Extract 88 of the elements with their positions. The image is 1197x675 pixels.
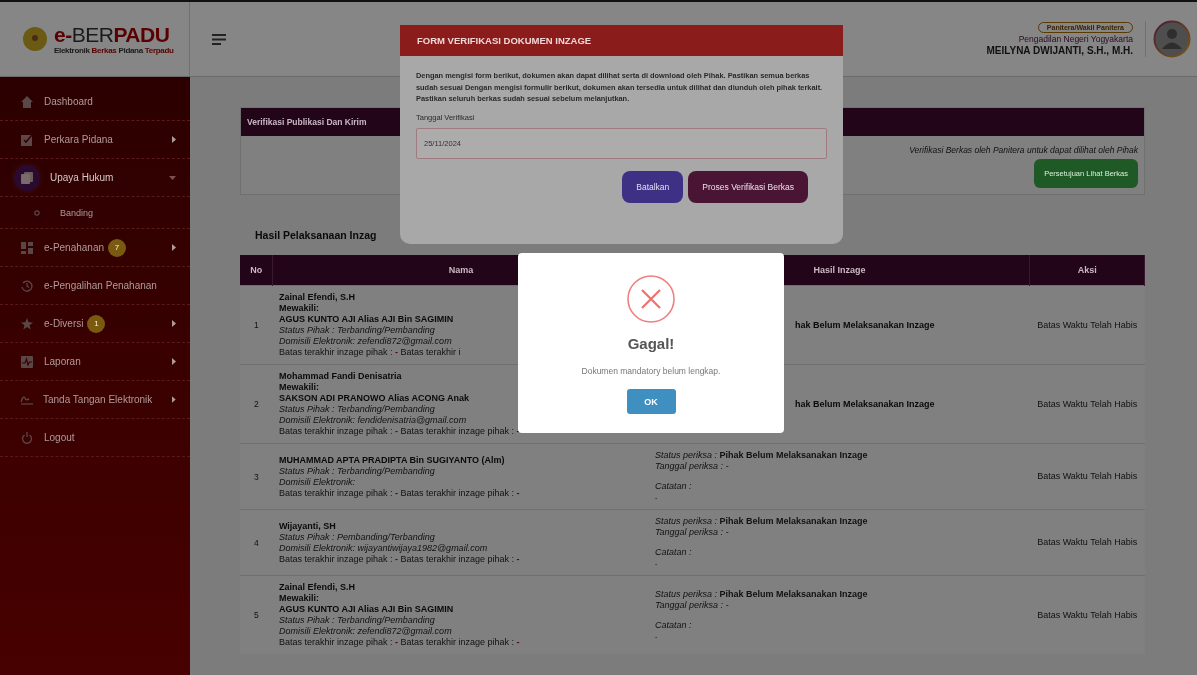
deadline-text: Batas terakhir inzage pihak : - Batas terakhir inzage pihak : - — [278, 487, 520, 499]
party-name: MUHAMMAD APTA PRADIPTA Bin SUGIYANTO (Alm) — [278, 454, 505, 466]
deadline-text: Batas terakhir inzage pihak : - Batas terakhir i — [278, 347, 461, 358]
row-number: 5 — [240, 575, 273, 654]
row-number: 4 — [240, 509, 273, 576]
document-icon — [21, 171, 33, 184]
app-logo-subtitle: Elektronik Berkas Pidana Terpadu — [54, 45, 174, 55]
sidebar-item[interactable]: e-Pengalihan Penahanan — [0, 267, 190, 305]
action-status: Batas Waktu Telah Habis — [1029, 575, 1145, 654]
sidebar-item[interactable]: Laporan — [0, 343, 190, 381]
card-note: Verifikasi Berkas oleh Panitera untuk dapat dilihat oleh Pihak — [909, 145, 1138, 155]
deadline-text: Batas terakhir inzage pihak : - Batas terakhir inzage pihak : - — [278, 426, 520, 437]
deadline-text: Batas terakhir inzage pihak : - Batas terakhir inzage pihak : - — [278, 637, 520, 648]
result-status: Status periksa : Pihak Belum Melaksanakan Inzage — [654, 516, 868, 527]
party-detail: Status Pihak : Terbanding/Pembanding — [278, 325, 435, 336]
action-status: Batas Waktu Telah Habis — [1029, 285, 1145, 365]
action-status: Batas Waktu Telah Habis — [1029, 509, 1145, 576]
card-title: Verifikasi Publikasi Dan Kirim — [247, 117, 367, 127]
sidebar-item[interactable]: e-Diversi 1 — [0, 305, 190, 343]
history-icon — [21, 279, 33, 292]
signature-icon — [20, 394, 33, 405]
party-detail: Domisili Elektronik: zefendi872@gmail.com — [278, 336, 452, 347]
result-date: Tanggal periksa : - — [654, 527, 729, 538]
result-note-label: Catatan : — [654, 547, 692, 558]
party-detail: Status Pihak : Pembanding/Terbanding — [278, 531, 435, 543]
party-name: Mohammad Fandi Denisatria — [278, 371, 402, 382]
sidebar-item[interactable]: Tanda Tangan Elektronik — [0, 381, 190, 419]
action-status: Batas Waktu Telah Habis — [1029, 364, 1145, 444]
sidebar-item[interactable]: Perkara Pidana — [0, 121, 190, 159]
deadline-text: Batas terakhir inzage pihak : - Batas terakhir inzage pihak : - — [278, 553, 520, 565]
column-header: Aksi — [1029, 255, 1145, 286]
home-icon — [21, 95, 33, 108]
party-detail: Domisili Elektronik: — [278, 476, 355, 488]
party-name: Zainal Efendi, S.H — [278, 582, 355, 593]
party-detail: Status Pihak : Terbanding/Pembanding — [278, 465, 435, 477]
circle-icon — [34, 209, 40, 216]
sidebar-item[interactable]: Upaya Hukum — [0, 159, 190, 197]
result-note-label: Catatan : — [654, 481, 692, 492]
row-number: 1 — [240, 285, 273, 365]
court-name: Pengadilan Negeri Yogyakarta — [1018, 34, 1133, 44]
section-title: Hasil Pelaksanaan Inzag — [255, 229, 378, 241]
dashboard-grid-icon — [21, 241, 33, 254]
result-status: Status periksa : Pihak Belum Melaksanakan Inzage — [654, 450, 868, 461]
result-date: Tanggal periksa : - — [654, 461, 729, 472]
sidebar-item[interactable]: Dashboard — [0, 83, 190, 121]
submit-button[interactable]: Proses Verifikasi Berkas — [688, 170, 808, 203]
user-name: MEILYNA DWIJANTI, S.H., M.H. — [986, 45, 1133, 56]
party-detail: Domisili Elektronik: fendidenisatria@gmail.com — [278, 415, 467, 426]
action-status: Batas Waktu Telah Habis — [1029, 443, 1145, 510]
row-number: 3 — [240, 443, 273, 510]
column-header: No — [240, 255, 273, 286]
cancel-button[interactable]: Batalkan — [622, 170, 684, 203]
result-status: Status periksa : Pihak Belum Melaksanakan Inzage — [654, 588, 868, 600]
activity-chart-icon — [21, 355, 33, 368]
party-detail: Domisili Elektronik: zefendi872@gmail.com — [278, 626, 452, 637]
error-icon — [627, 275, 675, 323]
party-name: AGUS KUNTO AJI Alias AJI Bin SAGIMIN — [278, 604, 454, 615]
count-badge: 1 — [87, 314, 106, 333]
row-number: 2 — [240, 364, 273, 444]
sidebar-item[interactable]: e-Penahanan 7 — [0, 229, 190, 267]
party-detail: Status Pihak : Terbanding/Pembanding — [278, 404, 435, 415]
party-name: Mewakili: — [278, 382, 319, 393]
party-name: Mewakili: — [278, 303, 319, 314]
alert-title: Gagal! — [627, 335, 675, 352]
count-badge: 7 — [108, 238, 127, 257]
party-name: SAKSON ADI PRANOWO Alias ACONG Anak — [278, 393, 470, 404]
checkbox-icon — [21, 133, 33, 146]
result-date: Tanggal periksa : - — [654, 599, 729, 611]
menu-icon[interactable] — [212, 33, 226, 45]
party-name: Zainal Efendi, S.H — [278, 292, 355, 303]
power-icon — [21, 431, 33, 444]
result-status: hak Belum Melaksanakan Inzage — [794, 319, 935, 331]
sidebar-item[interactable]: Banding — [0, 197, 190, 229]
party-name: AGUS KUNTO AJI Alias AJI Bin SAGIMIN — [278, 314, 454, 325]
star-icon — [21, 317, 33, 330]
result-status: hak Belum Melaksanakan Inzage — [794, 398, 935, 410]
party-name: Wijayanti, SH — [278, 520, 336, 532]
ok-button[interactable]: OK — [626, 389, 676, 414]
dialog-title: FORM VERIFIKASI DOKUMEN INZAGE — [417, 35, 592, 46]
app-logo-title: e-BERPADU — [54, 23, 171, 46]
avatar-icon[interactable] — [1153, 20, 1191, 58]
result-note-label: Catatan : — [654, 619, 692, 631]
sidebar-item[interactable]: Logout — [0, 419, 190, 457]
party-name: Mewakili: — [278, 593, 319, 604]
emblem-icon — [22, 26, 48, 52]
party-detail: Domisili Elektronik: wijayantiwijaya1982@gmail.com — [278, 542, 488, 554]
alert-message: Dokumen mandatory belum lengkap. — [581, 366, 721, 376]
party-detail: Status Pihak : Terbanding/Pembanding — [278, 615, 435, 626]
